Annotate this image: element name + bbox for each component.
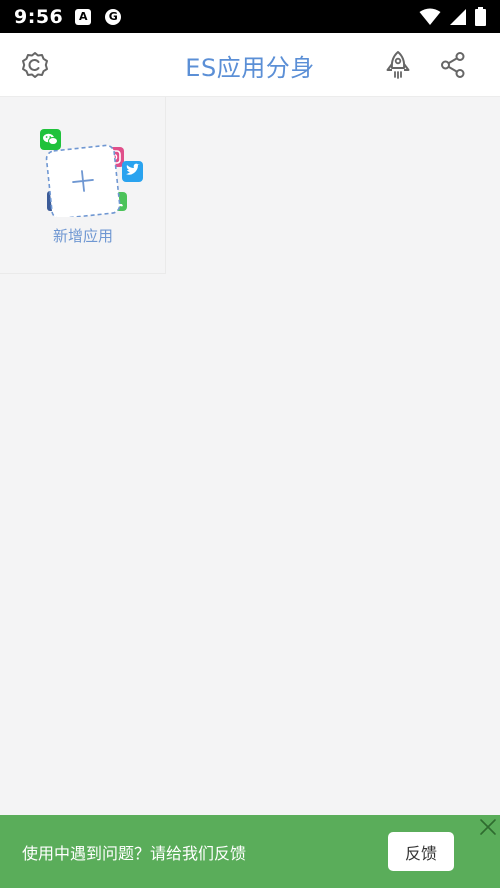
add-app-tile[interactable]: 新增应用 xyxy=(0,97,166,274)
wechat-icon xyxy=(40,129,61,150)
twitter-icon xyxy=(122,161,143,182)
feedback-button[interactable]: 反馈 xyxy=(388,832,454,871)
feedback-message: 使用中遇到问题？请给我们反馈 xyxy=(22,843,247,863)
add-app-label: 新增应用 xyxy=(52,227,113,245)
rocket-icon[interactable] xyxy=(382,49,414,81)
signal-icon xyxy=(450,8,466,25)
wifi-icon xyxy=(419,8,441,25)
app-title: ES应用分身 xyxy=(185,53,315,82)
app-bar: ES应用分身 xyxy=(0,33,500,97)
add-app-icon[interactable] xyxy=(38,127,148,217)
status-bar: 9:56 A G xyxy=(0,0,500,33)
close-icon[interactable] xyxy=(478,817,498,837)
status-time: 9:56 xyxy=(14,5,64,28)
battery-icon xyxy=(475,7,486,26)
share-icon[interactable] xyxy=(437,49,469,81)
notification-a-icon: A xyxy=(75,8,92,25)
notification-g-icon: G xyxy=(105,8,122,25)
feedback-banner: 使用中遇到问题？请给我们反馈 反馈 xyxy=(0,815,500,888)
